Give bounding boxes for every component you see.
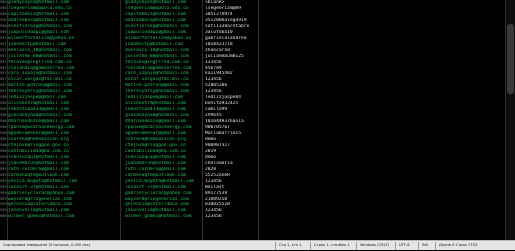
email-cell[interactable]: wilmer_gomez@hotmail.com bbox=[125, 214, 200, 220]
column-divider bbox=[7, 0, 8, 240]
column-divider bbox=[258, 0, 259, 240]
row-number[interactable]: 6000 bbox=[0, 214, 7, 220]
column-divider bbox=[202, 0, 203, 240]
password-cell[interactable]: 123456 bbox=[205, 214, 255, 220]
status-divider bbox=[275, 242, 276, 250]
status-bar: Сортировка завершена (0 потоков, 0,000 с… bbox=[0, 240, 515, 250]
status-divider bbox=[395, 242, 396, 250]
status-divider bbox=[356, 242, 357, 250]
data-grid[interactable]: 5964giadysoyez@hotmail.comgiadysoyez@hot… bbox=[0, 0, 515, 240]
status-divider bbox=[418, 242, 419, 250]
email-cell[interactable]: wilmer_gomez@hotmail.com bbox=[8, 214, 118, 220]
column-divider bbox=[120, 0, 121, 240]
status-divider bbox=[435, 242, 436, 250]
status-divider bbox=[310, 242, 311, 250]
scrollbar-thumb[interactable] bbox=[507, 24, 514, 94]
vertical-scrollbar[interactable] bbox=[505, 0, 515, 240]
editor-window: 5964giadysoyez@hotmail.comgiadysoyez@hot… bbox=[0, 0, 515, 250]
